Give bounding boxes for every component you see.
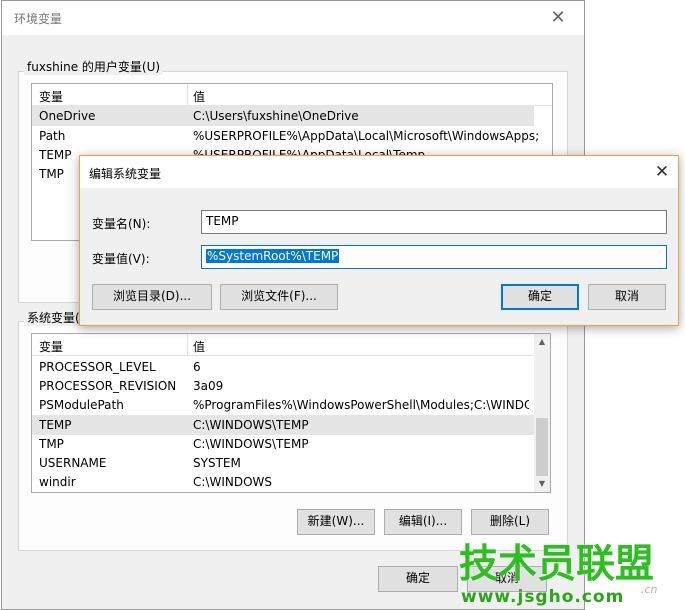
variable-value-field[interactable]: %SystemRoot%\TEMP [201, 245, 667, 269]
parent-ok-button[interactable]: 确定 [378, 566, 458, 592]
variable-name: USERNAME [39, 456, 107, 470]
variable-name: OneDrive [39, 109, 96, 123]
scroll-down-icon[interactable]: ▼ [534, 476, 550, 492]
watermark-title: 技术员联盟 [459, 542, 655, 587]
table-row[interactable]: windir C:\WINDOWS [32, 472, 534, 492]
variable-value: C:\Users\fuxshine\OneDrive [193, 109, 359, 123]
variable-value: %ProgramFiles%\WindowsPowerShell\Modules… [193, 398, 529, 412]
column-header-name[interactable]: 变量 [39, 338, 63, 355]
edit-variable-button[interactable]: 编辑(I)... [384, 509, 462, 535]
variable-value: C:\WINDOWS\TEMP [193, 437, 309, 451]
column-header-value[interactable]: 值 [193, 338, 205, 355]
new-variable-button[interactable]: 新建(W)... [297, 509, 375, 535]
table-row[interactable]: PROCESSOR_LEVEL 6 [32, 357, 534, 377]
table-row[interactable]: TEMP C:\WINDOWS\TEMP [32, 415, 534, 435]
variable-value: 6 [193, 360, 201, 374]
parent-title-bar[interactable]: 环境变量 ✕ [2, 1, 584, 35]
variable-name: Path [39, 129, 66, 143]
table-row[interactable]: USERNAME SYSTEM [32, 453, 534, 473]
table-row[interactable]: OneDrive C:\Users\fuxshine\OneDrive [32, 106, 534, 126]
scroll-up-icon[interactable]: ▲ [534, 334, 550, 350]
table-row[interactable]: TMP C:\WINDOWS\TEMP [32, 434, 534, 454]
user-variables-label: fuxshine 的用户变量(U) [24, 58, 164, 75]
scrollbar-thumb[interactable] [536, 418, 548, 476]
variable-name: windir [39, 475, 76, 489]
variable-name: PROCESSOR_REVISION [39, 379, 177, 393]
system-variables-list[interactable]: 变量 值 PROCESSOR_LEVEL 6 PROCESSOR_REVISIO… [31, 333, 551, 493]
variable-value-label: 变量值(V): [92, 252, 150, 266]
variable-value: C:\WINDOWS [193, 475, 273, 489]
browse-directory-button[interactable]: 浏览目录(D)... [92, 284, 212, 310]
watermark-url: www.jsgho.com [461, 587, 625, 607]
table-row[interactable]: PROCESSOR_REVISION 3a09 [32, 376, 534, 396]
delete-variable-button[interactable]: 删除(L) [471, 509, 549, 535]
variable-name-label: 变量名(N): [92, 217, 151, 231]
column-header-value[interactable]: 值 [193, 88, 205, 105]
variable-name-field[interactable]: TEMP [201, 210, 667, 234]
variable-name: TEMP [39, 418, 72, 432]
variable-name: TMP [39, 437, 64, 451]
variable-name: PSModulePath [39, 398, 124, 412]
site-watermark-logo: 技术员联盟 www.jsgho.com .cn [455, 542, 685, 610]
close-icon[interactable]: ✕ [652, 162, 672, 182]
vertical-scrollbar[interactable]: ▲ ▼ [534, 334, 550, 492]
list-header: 变量 值 [32, 84, 552, 106]
variable-name: TEMP [39, 148, 72, 162]
dialog-ok-button[interactable]: 确定 [501, 284, 579, 310]
dialog-cancel-button[interactable]: 取消 [588, 284, 666, 310]
browse-file-button[interactable]: 浏览文件(F)... [220, 284, 338, 310]
list-header: 变量 值 [32, 334, 534, 356]
variable-value: SYSTEM [193, 456, 241, 470]
variable-value-text: %SystemRoot%\TEMP [206, 249, 340, 263]
dialog-title-bar[interactable]: 编辑系统变量 ✕ [80, 156, 678, 188]
variable-name: PROCESSOR_LEVEL [39, 360, 156, 374]
column-header-name[interactable]: 变量 [39, 88, 63, 105]
watermark-suffix: .cn [641, 583, 658, 596]
edit-system-variable-dialog: 编辑系统变量 ✕ 变量名(N): TEMP 变量值(V): %SystemRoo… [79, 155, 679, 326]
variable-value: %USERPROFILE%\AppData\Local\Microsoft\Wi… [193, 129, 540, 143]
table-row[interactable]: PSModulePath %ProgramFiles%\WindowsPower… [32, 395, 534, 415]
variable-name-value: TEMP [206, 214, 239, 228]
variable-value: 3a09 [193, 379, 224, 393]
parent-window-title: 环境变量 [14, 12, 63, 26]
table-row[interactable]: Path %USERPROFILE%\AppData\Local\Microso… [32, 126, 539, 146]
variable-name: TMP [39, 167, 64, 181]
dialog-title: 编辑系统变量 [89, 167, 162, 181]
close-icon[interactable]: ✕ [548, 8, 568, 28]
variable-value: C:\WINDOWS\TEMP [193, 418, 309, 432]
